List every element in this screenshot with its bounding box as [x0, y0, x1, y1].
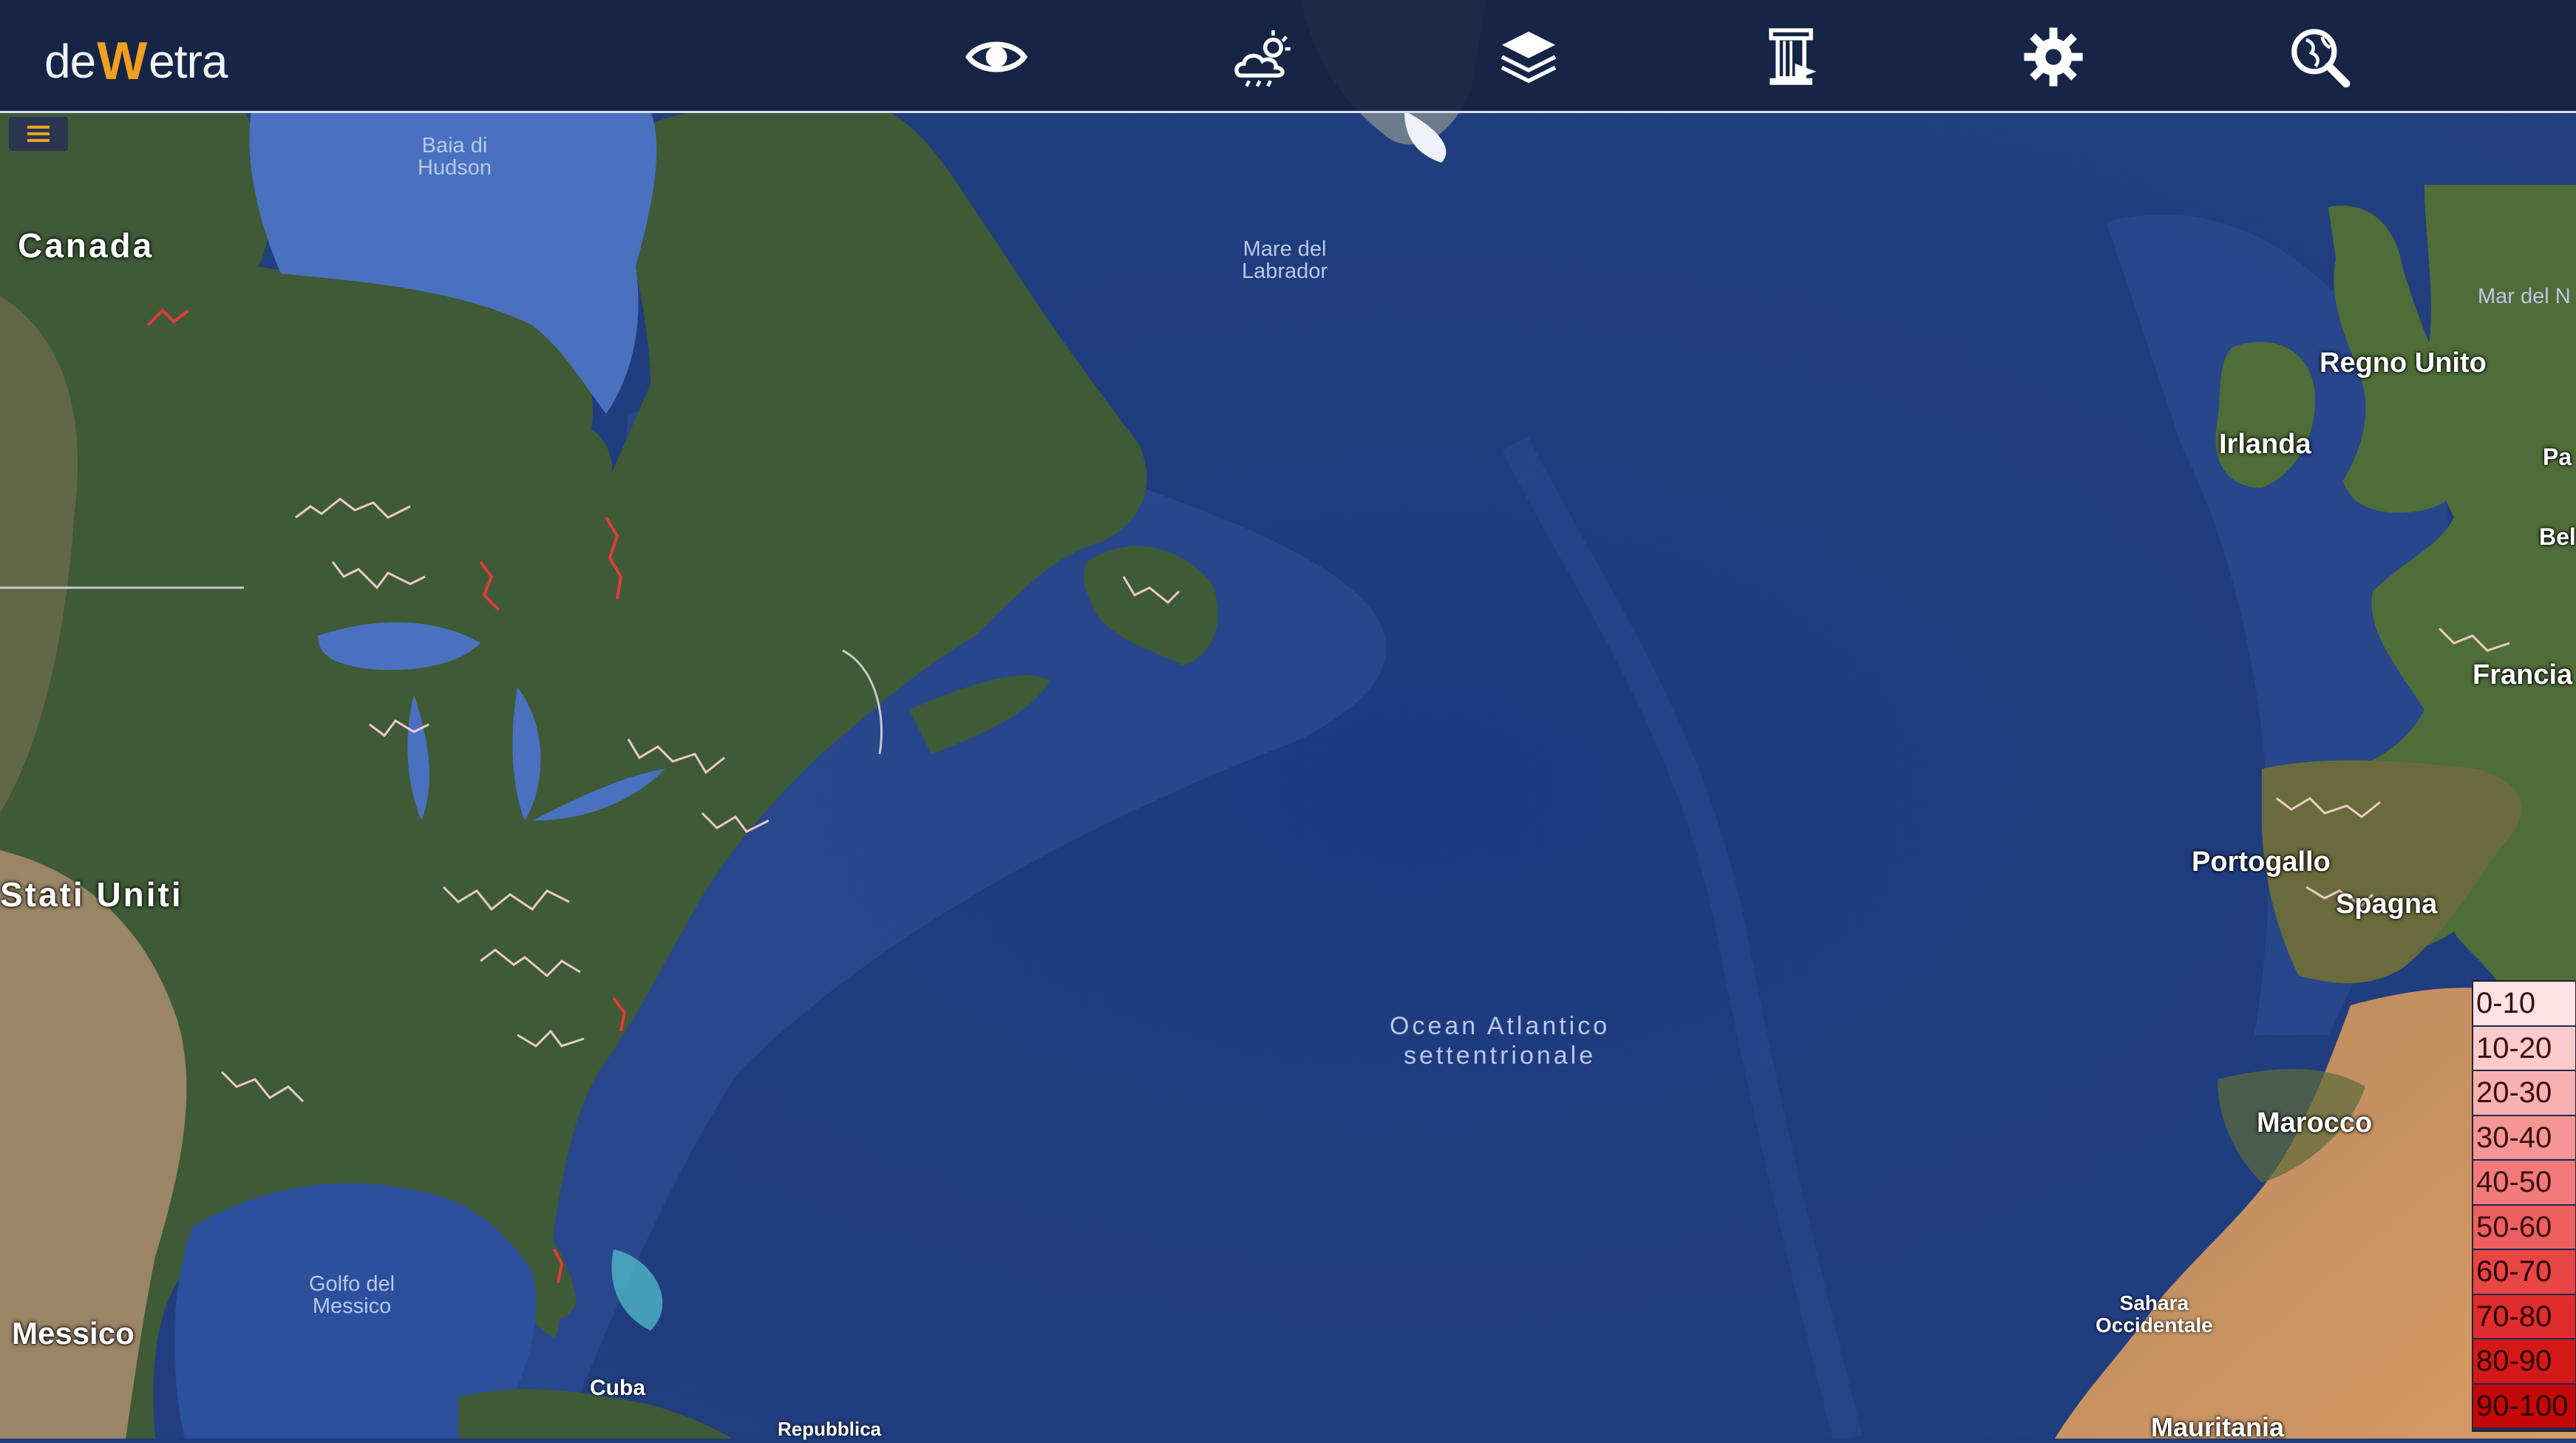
label-labrador-l2: Labrador	[1242, 259, 1328, 283]
label-francia: Francia	[2473, 659, 2573, 690]
map-canvas[interactable]	[0, 0, 2576, 1439]
label-hudson-l1: Baia di	[421, 134, 488, 157]
settings-button[interactable]	[2013, 16, 2094, 98]
label-ocean-l2: settentrionale	[1404, 1042, 1597, 1070]
label-sahara-l1: Sahara	[2119, 1291, 2189, 1314]
legend-item: 30-40	[2473, 1116, 2575, 1160]
label-hudson-l2: Hudson	[418, 156, 492, 180]
legend-item: 80-90	[2473, 1340, 2575, 1383]
label-labrador-sea: Mare del Labrador	[1242, 238, 1328, 282]
label-golfo-l1: Golfo del	[309, 1272, 395, 1296]
legend-item: 50-60	[2473, 1205, 2575, 1249]
label-ocean-l1: Ocean Atlantico	[1390, 1012, 1611, 1040]
label-hudson-bay: Baia di Hudson	[418, 135, 492, 179]
cloud-sun-icon	[1234, 30, 1291, 87]
layers-button[interactable]	[1488, 16, 1569, 98]
top-toolbar: de W etra	[0, 0, 2576, 113]
label-belgio: Bel	[2539, 523, 2576, 550]
hamburger-icon	[27, 126, 50, 142]
risk-legend: 0-10 10-20 20-30 30-40 40-50 50-60 60-70 70-80 8…	[2472, 980, 2576, 1432]
label-stati-uniti: Stati Uniti	[0, 875, 183, 914]
label-golfo-l2: Messico	[312, 1294, 392, 1318]
layers-icon	[1501, 31, 1557, 84]
label-canada: Canada	[18, 226, 154, 265]
dewetra-logo[interactable]: de W etra	[44, 32, 228, 91]
legend-item: 90-100	[2473, 1384, 2575, 1428]
label-spagna: Spagna	[2336, 889, 2438, 920]
label-regno-unito: Regno Unito	[2320, 347, 2487, 378]
column-icon	[1769, 28, 1817, 85]
weather-button[interactable]	[1222, 16, 1303, 98]
logo-text-part3: etra	[149, 35, 228, 88]
label-messico: Messico	[12, 1316, 135, 1351]
legend-item: 70-80	[2473, 1294, 2575, 1339]
label-portogallo: Portogallo	[2192, 846, 2331, 877]
eye-icon	[965, 41, 1028, 72]
side-menu-button[interactable]	[9, 117, 68, 151]
label-labrador-l1: Mare del	[1243, 237, 1327, 261]
legend-item: 20-30	[2473, 1071, 2575, 1115]
search-button[interactable]	[2279, 16, 2360, 98]
archive-button[interactable]	[1750, 16, 1832, 98]
legend-item: 10-20	[2473, 1026, 2575, 1070]
view-button[interactable]	[956, 16, 1037, 98]
label-cuba: Cuba	[590, 1376, 645, 1400]
label-atlantic-ocean: Ocean Atlantico settentrionale	[1390, 1011, 1610, 1070]
label-mar-del-nord: Mar del N	[2478, 285, 2571, 308]
label-gulf-mexico: Golfo del Messico	[309, 1273, 395, 1317]
logo-text-part2: W	[97, 32, 148, 91]
label-sahara-occidentale: Sahara Occidentale	[2096, 1292, 2213, 1337]
legend-item: 40-50	[2473, 1161, 2575, 1204]
globe-search-icon	[2291, 29, 2351, 88]
label-repubblica: Repubblica	[778, 1418, 882, 1440]
label-paesi-bassi: Pa	[2543, 444, 2572, 470]
gear-icon	[2024, 27, 2083, 86]
logo-text-part1: de	[44, 35, 96, 88]
label-marocco: Marocco	[2257, 1107, 2373, 1138]
legend-item: 60-70	[2473, 1250, 2575, 1294]
label-irlanda: Irlanda	[2219, 429, 2311, 460]
legend-item: 0-10	[2473, 982, 2575, 1025]
label-sahara-l2: Occidentale	[2096, 1314, 2213, 1337]
